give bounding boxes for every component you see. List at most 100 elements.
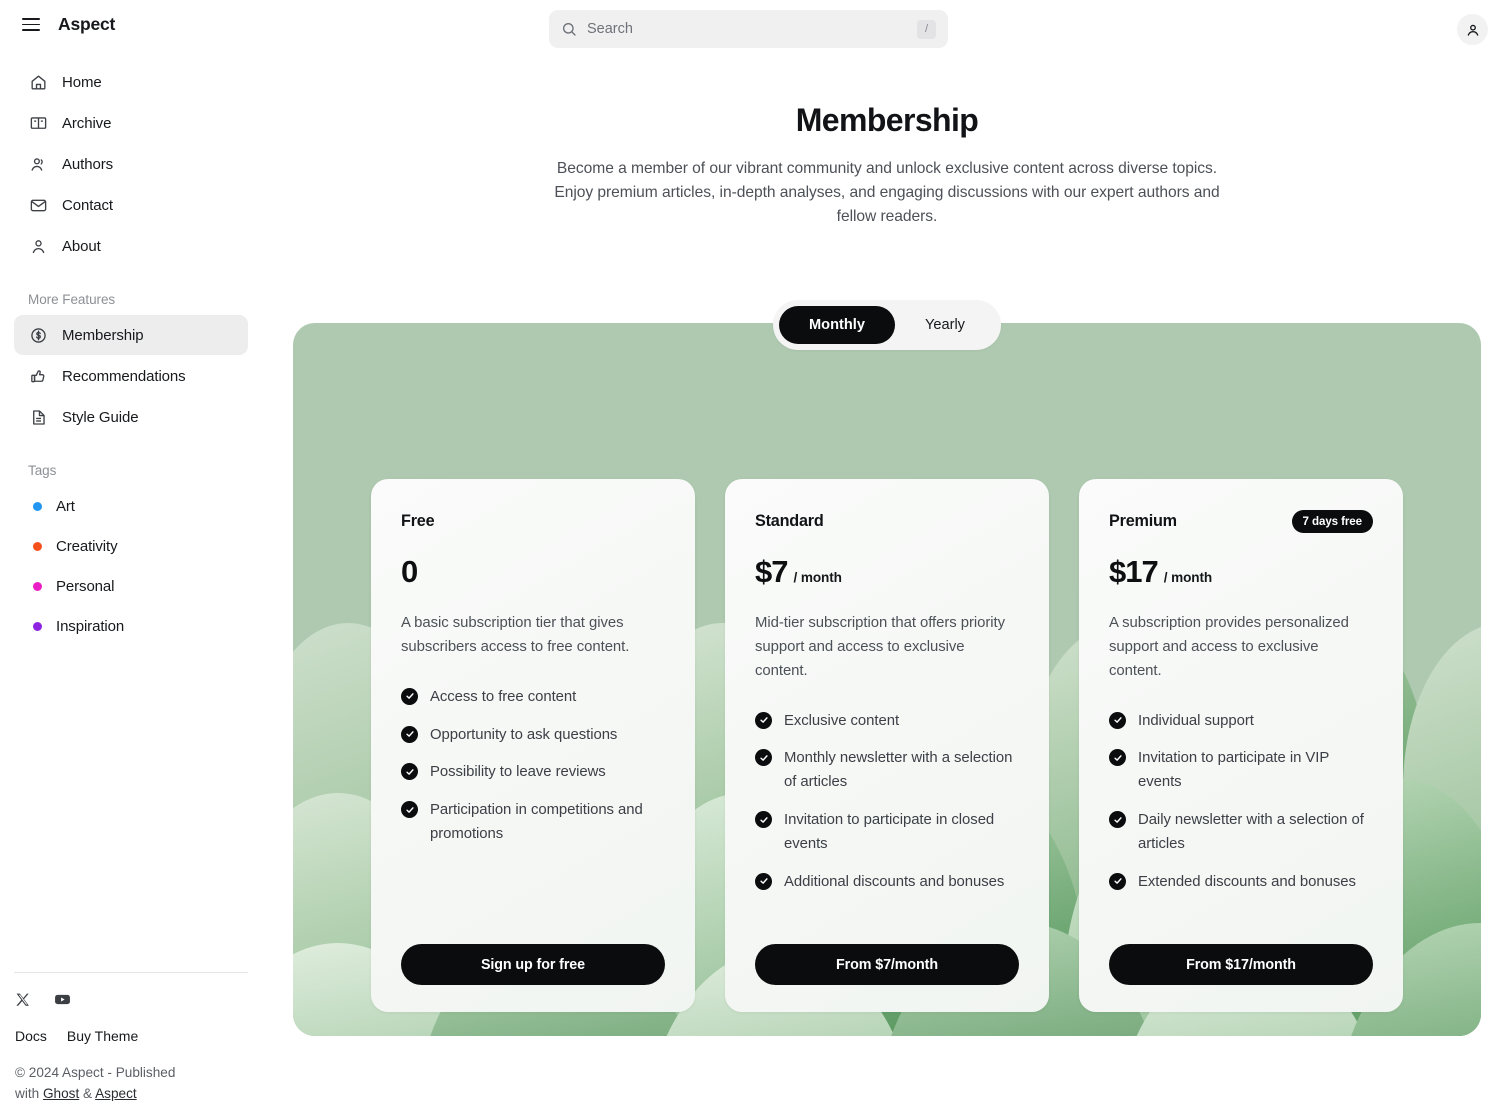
top-bar: Aspect Search / (0, 0, 1512, 58)
pricing-panel: Free 0 A basic subscription tier that gi… (293, 323, 1481, 1036)
plan-feature: Invitation to participate in closed even… (755, 809, 1019, 857)
sidebar-item-label: Archive (62, 114, 112, 132)
main-content: Membership Become a member of our vibran… (262, 58, 1512, 1103)
sidebar: Home Archive Authors Contact About More … (0, 62, 262, 1103)
sidebar-tag-art[interactable]: Art (14, 486, 248, 526)
plan-description: A subscription provides personalized sup… (1109, 615, 1349, 679)
sidebar-tag-personal[interactable]: Personal (14, 566, 248, 606)
sidebar-item-about[interactable]: About (14, 226, 248, 266)
plan-feature: Exclusive content (755, 710, 1019, 734)
sidebar-item-home[interactable]: Home (14, 62, 248, 102)
plan-cta-button[interactable]: From $7/month (755, 944, 1019, 985)
aspect-link[interactable]: Aspect (95, 1086, 137, 1101)
toggle-monthly[interactable]: Monthly (779, 306, 895, 344)
sidebar-item-style-guide[interactable]: Style Guide (14, 397, 248, 437)
check-circle-icon (755, 872, 772, 890)
plan-feature: Participation in competitions and promot… (401, 799, 665, 847)
document-icon (28, 407, 48, 427)
plan-feature-label: Additional discounts and bonuses (784, 873, 1005, 890)
check-circle-icon (401, 725, 418, 743)
plan-price: 0 (401, 554, 418, 589)
thumbs-up-icon (28, 366, 48, 386)
plan-feature-label: Participation in competitions and promot… (430, 802, 643, 843)
brand-block: Aspect (22, 14, 115, 35)
sidebar-item-contact[interactable]: Contact (14, 185, 248, 225)
plan-feature-label: Exclusive content (784, 712, 900, 729)
pricing-cards: Free 0 A basic subscription tier that gi… (293, 323, 1481, 1036)
plan-feature: Monthly newsletter with a selection of a… (755, 747, 1019, 795)
plan-period: / month (1163, 570, 1213, 585)
plan-feature: Invitation to participate in VIP events (1109, 747, 1373, 795)
plan-name: Standard (755, 511, 824, 530)
dollar-circle-icon (28, 325, 48, 345)
sidebar-item-label: About (62, 237, 101, 255)
youtube-icon[interactable] (54, 991, 71, 1008)
buy-theme-link[interactable]: Buy Theme (67, 1028, 138, 1044)
plan-price-row: 0 (401, 554, 665, 590)
hamburger-icon[interactable] (22, 15, 42, 35)
check-circle-icon (755, 811, 772, 829)
pricing-card-standard: Standard $7 / month Mid-tier subscriptio… (725, 479, 1049, 1012)
sidebar-tag-inspiration[interactable]: Inspiration (14, 606, 248, 646)
user-avatar-icon[interactable] (1457, 14, 1488, 45)
sidebar-item-label: Home (62, 73, 102, 91)
tag-color-dot (33, 541, 42, 551)
plan-feature: Opportunity to ask questions (401, 724, 665, 748)
docs-link[interactable]: Docs (15, 1028, 47, 1044)
plan-feature: Extended discounts and bonuses (1109, 871, 1373, 895)
users-icon (28, 154, 48, 174)
ghost-link[interactable]: Ghost (43, 1086, 79, 1101)
plan-feature: Individual support (1109, 710, 1373, 734)
check-circle-icon (755, 749, 772, 767)
brand-title[interactable]: Aspect (58, 14, 115, 35)
plan-feature: Access to free content (401, 686, 665, 710)
copyright-middle: & (79, 1086, 96, 1102)
plan-feature-label: Invitation to participate in VIP events (1138, 750, 1329, 791)
check-circle-icon (1109, 749, 1126, 767)
plan-cta-button[interactable]: From $17/month (1109, 944, 1373, 985)
plan-period: / month (793, 570, 842, 585)
page-subtitle: Become a member of our vibrant community… (554, 160, 1220, 226)
plan-cta-button[interactable]: Sign up for free (401, 944, 665, 985)
toggle-yearly[interactable]: Yearly (895, 306, 995, 344)
plan-feature-list: Access to free content Opportunity to as… (401, 686, 665, 847)
sidebar-item-recommendations[interactable]: Recommendations (14, 356, 248, 396)
plan-price-row: $7 / month (755, 554, 1019, 590)
sidebar-item-label: Authors (62, 155, 113, 173)
sidebar-item-label: Style Guide (62, 408, 139, 426)
tag-color-dot (33, 501, 42, 511)
tag-color-dot (33, 581, 42, 591)
plan-feature: Additional discounts and bonuses (755, 871, 1019, 895)
tag-color-dot (33, 621, 42, 631)
plan-feature-label: Invitation to participate in closed even… (784, 812, 995, 852)
search-shortcut-key: / (917, 19, 936, 39)
tags-heading: Tags (28, 463, 57, 478)
pricing-card-free: Free 0 A basic subscription tier that gi… (371, 479, 695, 1012)
plan-feature: Daily newsletter with a selection of art… (1109, 809, 1373, 857)
person-icon (28, 236, 48, 256)
plan-feature-label: Daily newsletter with a selection of art… (1138, 812, 1364, 852)
sidebar-item-archive[interactable]: Archive (14, 103, 248, 143)
plan-feature-label: Monthly newsletter with a selection of a… (784, 750, 1013, 791)
plan-name: Free (401, 511, 435, 530)
plan-price: $7 (755, 554, 788, 589)
sidebar-item-membership[interactable]: Membership (14, 315, 248, 355)
more-features-heading: More Features (28, 292, 116, 307)
plan-description: Mid-tier subscription that offers priori… (755, 615, 1006, 679)
x-twitter-icon[interactable] (15, 991, 32, 1008)
card-header: Standard (755, 509, 1019, 533)
check-circle-icon (1109, 811, 1126, 829)
plan-feature-label: Extended discounts and bonuses (1138, 873, 1356, 890)
search-placeholder: Search (587, 21, 633, 37)
plan-feature-label: Opportunity to ask questions (430, 726, 618, 743)
sidebar-tag-creativity[interactable]: Creativity (14, 526, 248, 566)
pricing-card-premium: Premium 7 days free $17 / month A subscr… (1079, 479, 1403, 1012)
search-input[interactable]: Search / (549, 10, 948, 48)
check-circle-icon (1109, 711, 1126, 729)
mail-icon (28, 195, 48, 215)
home-icon (28, 72, 48, 92)
check-circle-icon (755, 711, 772, 729)
plan-feature-label: Access to free content (430, 688, 577, 705)
sidebar-item-authors[interactable]: Authors (14, 144, 248, 184)
check-circle-icon (401, 763, 418, 781)
